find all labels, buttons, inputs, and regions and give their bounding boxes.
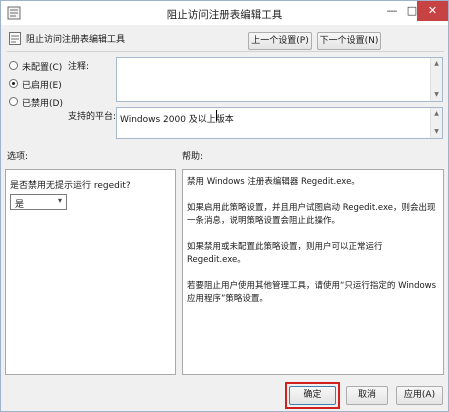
option-select[interactable]: 是 ▾ — [10, 194, 67, 210]
help-panel: 禁用 Windows 注册表编辑器 Regedit.exe。 如果启用此策略设置… — [182, 169, 444, 375]
option-select-value: 是 — [15, 200, 25, 210]
radio-circle[interactable] — [9, 79, 18, 88]
radio-label: 已启用(E) — [22, 81, 62, 91]
policy-setting-icon — [9, 32, 21, 45]
help-paragraph: 如果禁用或未配置此策略设置，则用户可以正常运行 Regedit.exe。 — [187, 242, 383, 265]
policy-dialog-window: 阻止访问注册表编辑工具 — □ ✕ 阻止访问注册表编辑工具 上一个设置(P) 下… — [0, 0, 449, 412]
scroll-down-icon[interactable]: ▼ — [431, 126, 442, 138]
header-divider — [7, 51, 444, 52]
help-paragraph: 如果启用此策略设置，并且用户试图启动 Regedit.exe，则会出现一条消息，… — [187, 203, 436, 226]
scroll-up-icon[interactable]: ▲ — [431, 108, 442, 120]
help-label: 帮助: — [182, 152, 204, 162]
next-setting-button[interactable]: 下一个设置(N) — [317, 32, 381, 50]
scroll-down-icon[interactable]: ▼ — [431, 89, 442, 101]
supported-platform-label: 支持的平台: — [68, 112, 117, 122]
previous-setting-button[interactable]: 上一个设置(P) — [248, 32, 312, 50]
options-label: 选项: — [7, 152, 29, 162]
policy-name: 阻止访问注册表编辑工具 — [26, 35, 126, 45]
close-button[interactable]: ✕ — [417, 1, 448, 21]
radio-selected-dot — [12, 82, 15, 85]
radio-label: 已禁用(D) — [22, 99, 63, 109]
ok-button[interactable]: 确定 — [289, 386, 336, 405]
supported-platform-box[interactable]: Windows 2000 及以上版本 ▲ ▼ — [116, 107, 443, 139]
help-paragraph: 若要阻止用户使用其他管理工具，请使用“只运行指定的 Windows 应用程序”策… — [187, 281, 437, 304]
help-text: 禁用 Windows 注册表编辑器 Regedit.exe。 如果启用此策略设置… — [187, 176, 437, 319]
comment-scrollbar[interactable]: ▲ ▼ — [430, 58, 442, 101]
comment-label: 注释: — [68, 62, 90, 72]
options-panel: 是否禁用无提示运行 regedit? 是 ▾ — [5, 169, 176, 375]
title-bar[interactable]: 阻止访问注册表编辑工具 — □ ✕ — [1, 1, 448, 25]
comment-textbox[interactable]: ▲ ▼ — [116, 57, 443, 102]
scroll-up-icon[interactable]: ▲ — [431, 58, 442, 70]
radio-label: 未配置(C) — [22, 63, 63, 73]
chevron-down-icon: ▾ — [57, 196, 62, 205]
apply-button[interactable]: 应用(A) — [396, 386, 443, 405]
text-cursor — [216, 110, 217, 121]
platform-scrollbar[interactable]: ▲ ▼ — [430, 108, 442, 138]
radio-circle[interactable] — [9, 97, 18, 106]
cancel-button[interactable]: 取消 — [346, 386, 388, 405]
option-question: 是否禁用无提示运行 regedit? — [10, 181, 131, 191]
radio-circle[interactable] — [9, 61, 18, 70]
help-paragraph: 禁用 Windows 注册表编辑器 Regedit.exe。 — [187, 177, 360, 187]
